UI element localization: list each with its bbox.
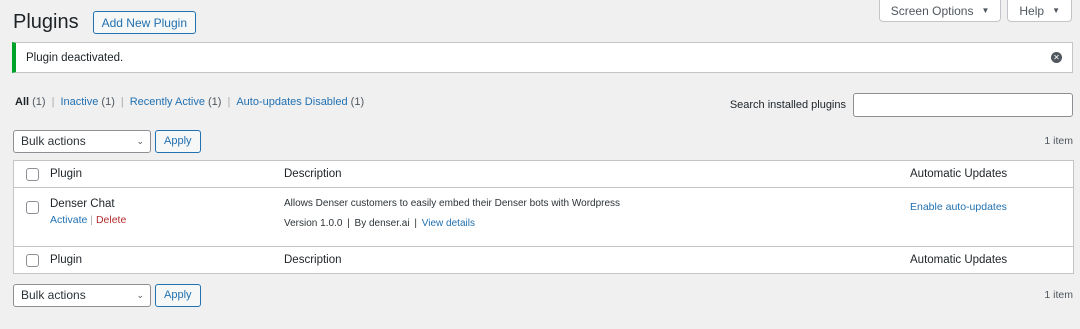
add-new-plugin-button[interactable]: Add New Plugin	[92, 11, 196, 34]
help-label: Help	[1019, 3, 1045, 18]
apply-button-bottom[interactable]: Apply	[155, 283, 201, 307]
view-details-link[interactable]: View details	[422, 218, 475, 229]
filter-separator: |	[51, 96, 55, 108]
tablenav-top: Bulk actions ⌄ Apply 1 item	[13, 129, 1073, 153]
column-footer-auto-updates: Automatic Updates	[910, 254, 1008, 266]
version-separator: |	[347, 218, 350, 229]
plugin-description-cell: Allows Denser customers to easily embed …	[284, 198, 910, 246]
plugins-table: Plugin Description Automatic Updates Den…	[13, 160, 1074, 274]
plugin-search-box: Search installed plugins	[730, 93, 1073, 117]
table-header-row: Plugin Description Automatic Updates	[14, 161, 1073, 188]
search-input[interactable]	[853, 93, 1073, 117]
column-header-plugin: Plugin	[50, 168, 82, 180]
filter-separator: |	[227, 96, 231, 108]
row-actions-separator: |	[90, 214, 94, 226]
filter-recently-active[interactable]: Recently Active (1)	[130, 96, 222, 108]
bulk-actions-select-bottom[interactable]: Bulk actions ⌄	[13, 283, 151, 307]
tablenav-bottom: Bulk actions ⌄ Apply 1 item	[13, 283, 1073, 307]
notice-message: Plugin deactivated.	[26, 51, 124, 64]
plugin-version: Version 1.0.0	[284, 218, 343, 229]
plugin-description: Allows Denser customers to easily embed …	[284, 198, 621, 209]
caret-down-icon: ▼	[981, 6, 990, 15]
plugin-author: By denser.ai	[354, 218, 410, 229]
bulk-actions-value: Bulk actions	[21, 134, 86, 148]
chevron-down-icon: ⌄	[136, 135, 144, 146]
activate-link[interactable]: Activate	[50, 214, 87, 226]
column-footer-plugin: Plugin	[50, 254, 82, 266]
bulk-actions-value: Bulk actions	[21, 288, 86, 302]
column-footer-description: Description	[284, 254, 342, 266]
screen-meta-links: Screen Options ▼ Help ▼	[878, 0, 1072, 22]
screen-options-label: Screen Options	[890, 3, 974, 18]
caret-down-icon: ▼	[1052, 6, 1060, 15]
auto-updates-cell: Enable auto-updates	[910, 198, 1073, 246]
filter-auto-updates-disabled[interactable]: Auto-updates Disabled (1)	[236, 96, 364, 108]
page-title: Plugins	[13, 11, 79, 33]
dismiss-notice-icon[interactable]: ✕	[1051, 52, 1062, 63]
page-header: Plugins Add New Plugin	[13, 11, 196, 34]
select-all-checkbox-footer[interactable]	[25, 253, 39, 267]
delete-link[interactable]: Delete	[96, 214, 126, 226]
plugin-title: Denser Chat	[50, 198, 115, 210]
filter-all[interactable]: All (1)	[15, 96, 46, 108]
table-footer-row: Plugin Description Automatic Updates	[14, 246, 1073, 273]
apply-button[interactable]: Apply	[155, 129, 201, 153]
screen-options-button[interactable]: Screen Options ▼	[878, 0, 1002, 22]
deactivated-notice: Plugin deactivated. ✕	[12, 42, 1073, 73]
plugin-status-filters: All (1) | Inactive (1) | Recently Active…	[15, 96, 364, 108]
search-label: Search installed plugins	[729, 99, 846, 111]
plugin-name-cell: Denser Chat Activate | Delete	[50, 198, 284, 246]
enable-auto-updates-link[interactable]: Enable auto-updates	[910, 201, 1007, 213]
filter-separator: |	[120, 96, 124, 108]
plugin-checkbox[interactable]	[25, 201, 39, 214]
bulk-actions-select[interactable]: Bulk actions ⌄	[13, 129, 151, 153]
plugin-version-line: Version 1.0.0 | By denser.ai | View deta…	[284, 218, 910, 229]
version-separator: |	[414, 218, 417, 229]
table-row: Denser Chat Activate | Delete Allows Den…	[14, 188, 1073, 246]
item-count-bottom: 1 item	[1044, 289, 1073, 301]
chevron-down-icon: ⌄	[136, 289, 144, 300]
row-actions: Activate | Delete	[50, 214, 284, 226]
column-header-description: Description	[284, 168, 342, 180]
help-button[interactable]: Help ▼	[1007, 0, 1072, 22]
column-header-auto-updates: Automatic Updates	[910, 168, 1008, 180]
filter-inactive[interactable]: Inactive (1)	[60, 96, 114, 108]
select-all-checkbox[interactable]	[25, 167, 39, 181]
item-count: 1 item	[1044, 135, 1073, 147]
